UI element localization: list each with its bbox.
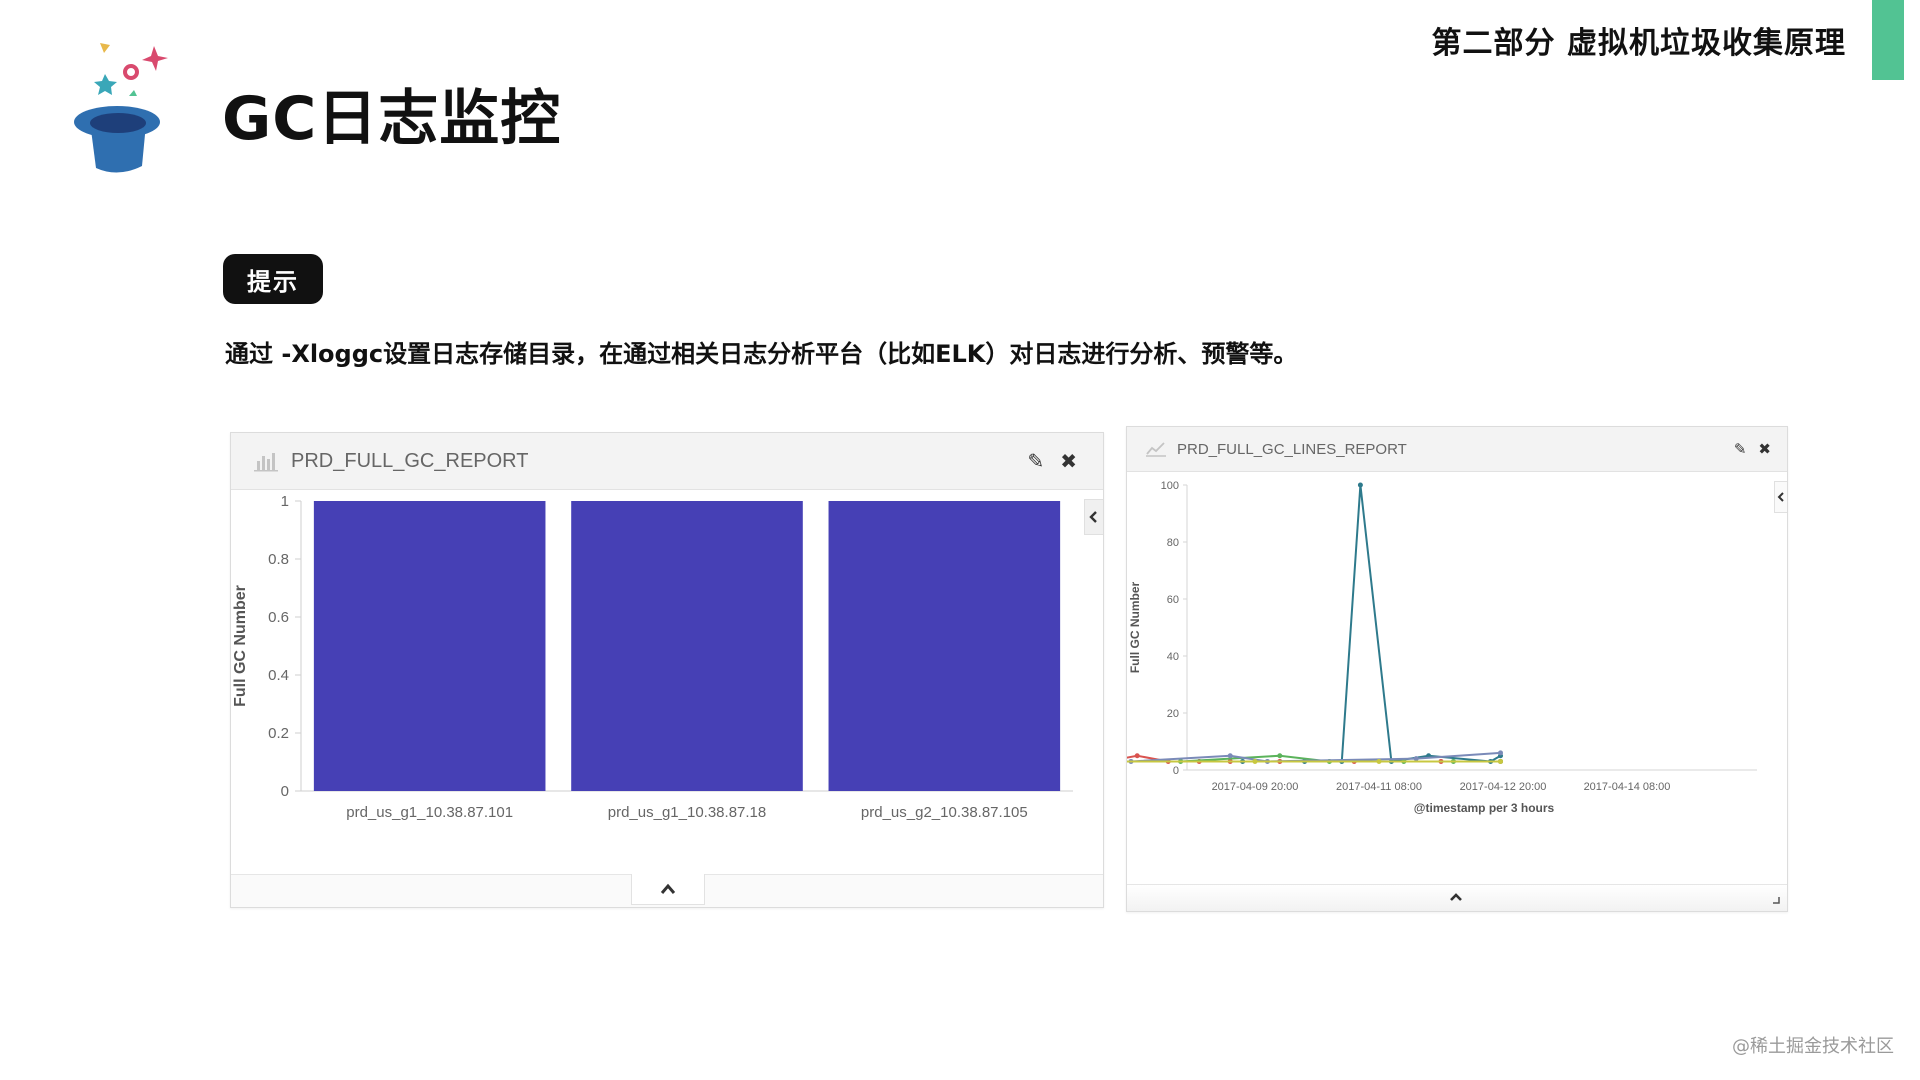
magic-hat-logo bbox=[74, 43, 168, 173]
side-toggle-button[interactable] bbox=[1774, 481, 1787, 513]
panel-title: PRD_FULL_GC_REPORT bbox=[291, 449, 529, 472]
x-axis-title: @timestamp per 3 hours bbox=[1414, 801, 1555, 815]
y-tick-label: 60 bbox=[1167, 594, 1179, 606]
y-tick-label: 0.2 bbox=[268, 725, 289, 742]
section-title: 第二部分 虚拟机垃圾收集原理 bbox=[1431, 26, 1846, 61]
y-tick-label: 0.4 bbox=[268, 667, 289, 684]
data-point bbox=[1134, 753, 1140, 759]
bar-report-panel: PRD_FULL_GC_REPORT ✎ ✖ 0 0.2 0.4 0.6 0.8 1 prd… bbox=[230, 432, 1104, 908]
x-tick-label: 2017-04-12 20:00 bbox=[1460, 781, 1547, 793]
y-tick-label: 0 bbox=[281, 783, 289, 800]
resize-handle-icon[interactable] bbox=[1771, 895, 1781, 905]
series-line bbox=[1127, 484, 1502, 763]
collapse-button[interactable] bbox=[631, 874, 705, 905]
x-tick-label: 2017-04-09 20:00 bbox=[1212, 781, 1299, 793]
line-report-panel: PRD_FULL_GC_LINES_REPORT ✎ ✖ 0 20 40 60 80 10… bbox=[1126, 426, 1788, 912]
tip-description: 通过 -Xloggc设置日志存储目录，在通过相关日志分析平台（比如ELK）对日志… bbox=[225, 340, 1298, 368]
watermark: @稀土掘金技术社区 bbox=[1732, 1036, 1894, 1057]
data-point bbox=[1498, 750, 1504, 756]
bar bbox=[828, 501, 1061, 791]
side-toggle-button[interactable] bbox=[1084, 499, 1103, 535]
x-tick-label: 2017-04-14 08:00 bbox=[1584, 781, 1671, 793]
x-tick-label: prd_us_g2_10.38.87.105 bbox=[861, 804, 1028, 821]
y-tick-label: 0.8 bbox=[268, 551, 289, 568]
chevron-up-icon bbox=[1450, 893, 1462, 901]
y-tick-label: 100 bbox=[1161, 480, 1179, 492]
tip-badge: 提示 bbox=[223, 254, 323, 304]
data-point bbox=[1413, 756, 1419, 762]
series-line bbox=[1127, 751, 1501, 763]
bar bbox=[571, 501, 803, 791]
y-axis-title: Full GC Number bbox=[1128, 582, 1142, 674]
line-chart: 0 20 40 60 80 100 2017-04-09 20:00 2017-04-11 0… bbox=[1127, 480, 1757, 815]
line-chart-icon bbox=[1146, 442, 1166, 457]
bar bbox=[313, 501, 546, 791]
data-point bbox=[1277, 753, 1283, 759]
close-icon[interactable]: ✖ bbox=[1758, 440, 1771, 458]
data-point bbox=[1227, 753, 1233, 759]
page-title: GC日志监控 bbox=[222, 84, 562, 154]
y-tick-label: 0 bbox=[1173, 765, 1179, 777]
data-point bbox=[1498, 758, 1504, 764]
pencil-icon[interactable]: ✎ bbox=[1734, 440, 1747, 458]
x-axis-title: Machines bbox=[648, 830, 725, 833]
x-tick-label: 2017-04-11 08:00 bbox=[1336, 781, 1422, 793]
panel-header: PRD_FULL_GC_REPORT ✎ ✖ bbox=[231, 433, 1103, 490]
chevron-left-icon bbox=[1777, 492, 1784, 502]
panel-header: PRD_FULL_GC_LINES_REPORT ✎ ✖ bbox=[1127, 427, 1787, 472]
chevron-up-icon bbox=[660, 883, 676, 894]
accent-bar bbox=[1872, 0, 1904, 80]
y-tick-label: 80 bbox=[1167, 537, 1179, 549]
y-axis-title: Full GC Number bbox=[232, 585, 249, 707]
y-tick-label: 1 bbox=[281, 493, 289, 510]
y-tick-label: 40 bbox=[1167, 651, 1179, 663]
bar-chart-icon bbox=[254, 453, 278, 472]
data-point bbox=[1252, 758, 1258, 764]
data-point bbox=[1357, 482, 1363, 488]
y-tick-label: 20 bbox=[1167, 708, 1179, 720]
x-tick-label: prd_us_g1_10.38.87.18 bbox=[608, 804, 766, 821]
x-tick-label: prd_us_g1_10.38.87.101 bbox=[346, 804, 513, 821]
chevron-left-icon bbox=[1089, 511, 1097, 523]
pencil-icon[interactable]: ✎ bbox=[1027, 449, 1044, 473]
y-tick-label: 0.6 bbox=[268, 609, 289, 626]
data-point bbox=[1376, 758, 1382, 764]
close-icon[interactable]: ✖ bbox=[1060, 449, 1077, 473]
bar-chart: 0 0.2 0.4 0.6 0.8 1 prd_us_g1_10.38.87.101 prd_… bbox=[232, 493, 1073, 833]
collapse-button[interactable] bbox=[1431, 885, 1481, 909]
panel-title: PRD_FULL_GC_LINES_REPORT bbox=[1177, 440, 1407, 458]
